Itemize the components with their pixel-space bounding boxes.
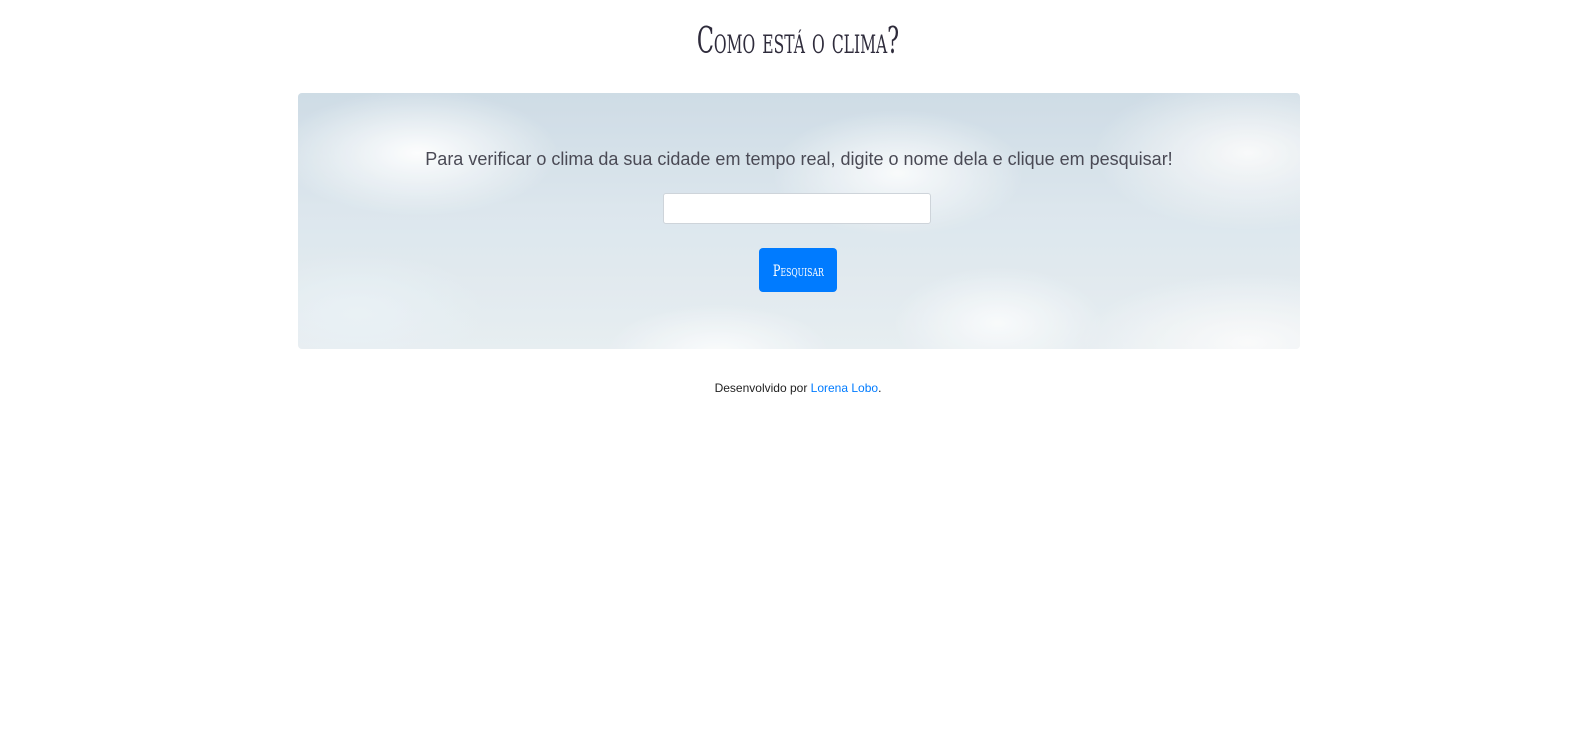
search-button-label: Pesquisar	[772, 260, 824, 280]
weather-search-panel: Para verificar o clima da sua cidade em …	[298, 93, 1300, 349]
city-search-input[interactable]	[663, 193, 931, 224]
search-button[interactable]: Pesquisar	[759, 248, 837, 292]
search-instructions: Para verificar o clima da sua cidade em …	[425, 149, 1173, 169]
footer-credit-text: Desenvolvido por	[714, 381, 811, 395]
page-title: Como está o clima?	[696, 21, 900, 62]
footer: Desenvolvido por Lorena Lobo.	[0, 381, 1596, 395]
footer-suffix: .	[878, 381, 882, 395]
author-link[interactable]: Lorena Lobo	[811, 381, 878, 395]
